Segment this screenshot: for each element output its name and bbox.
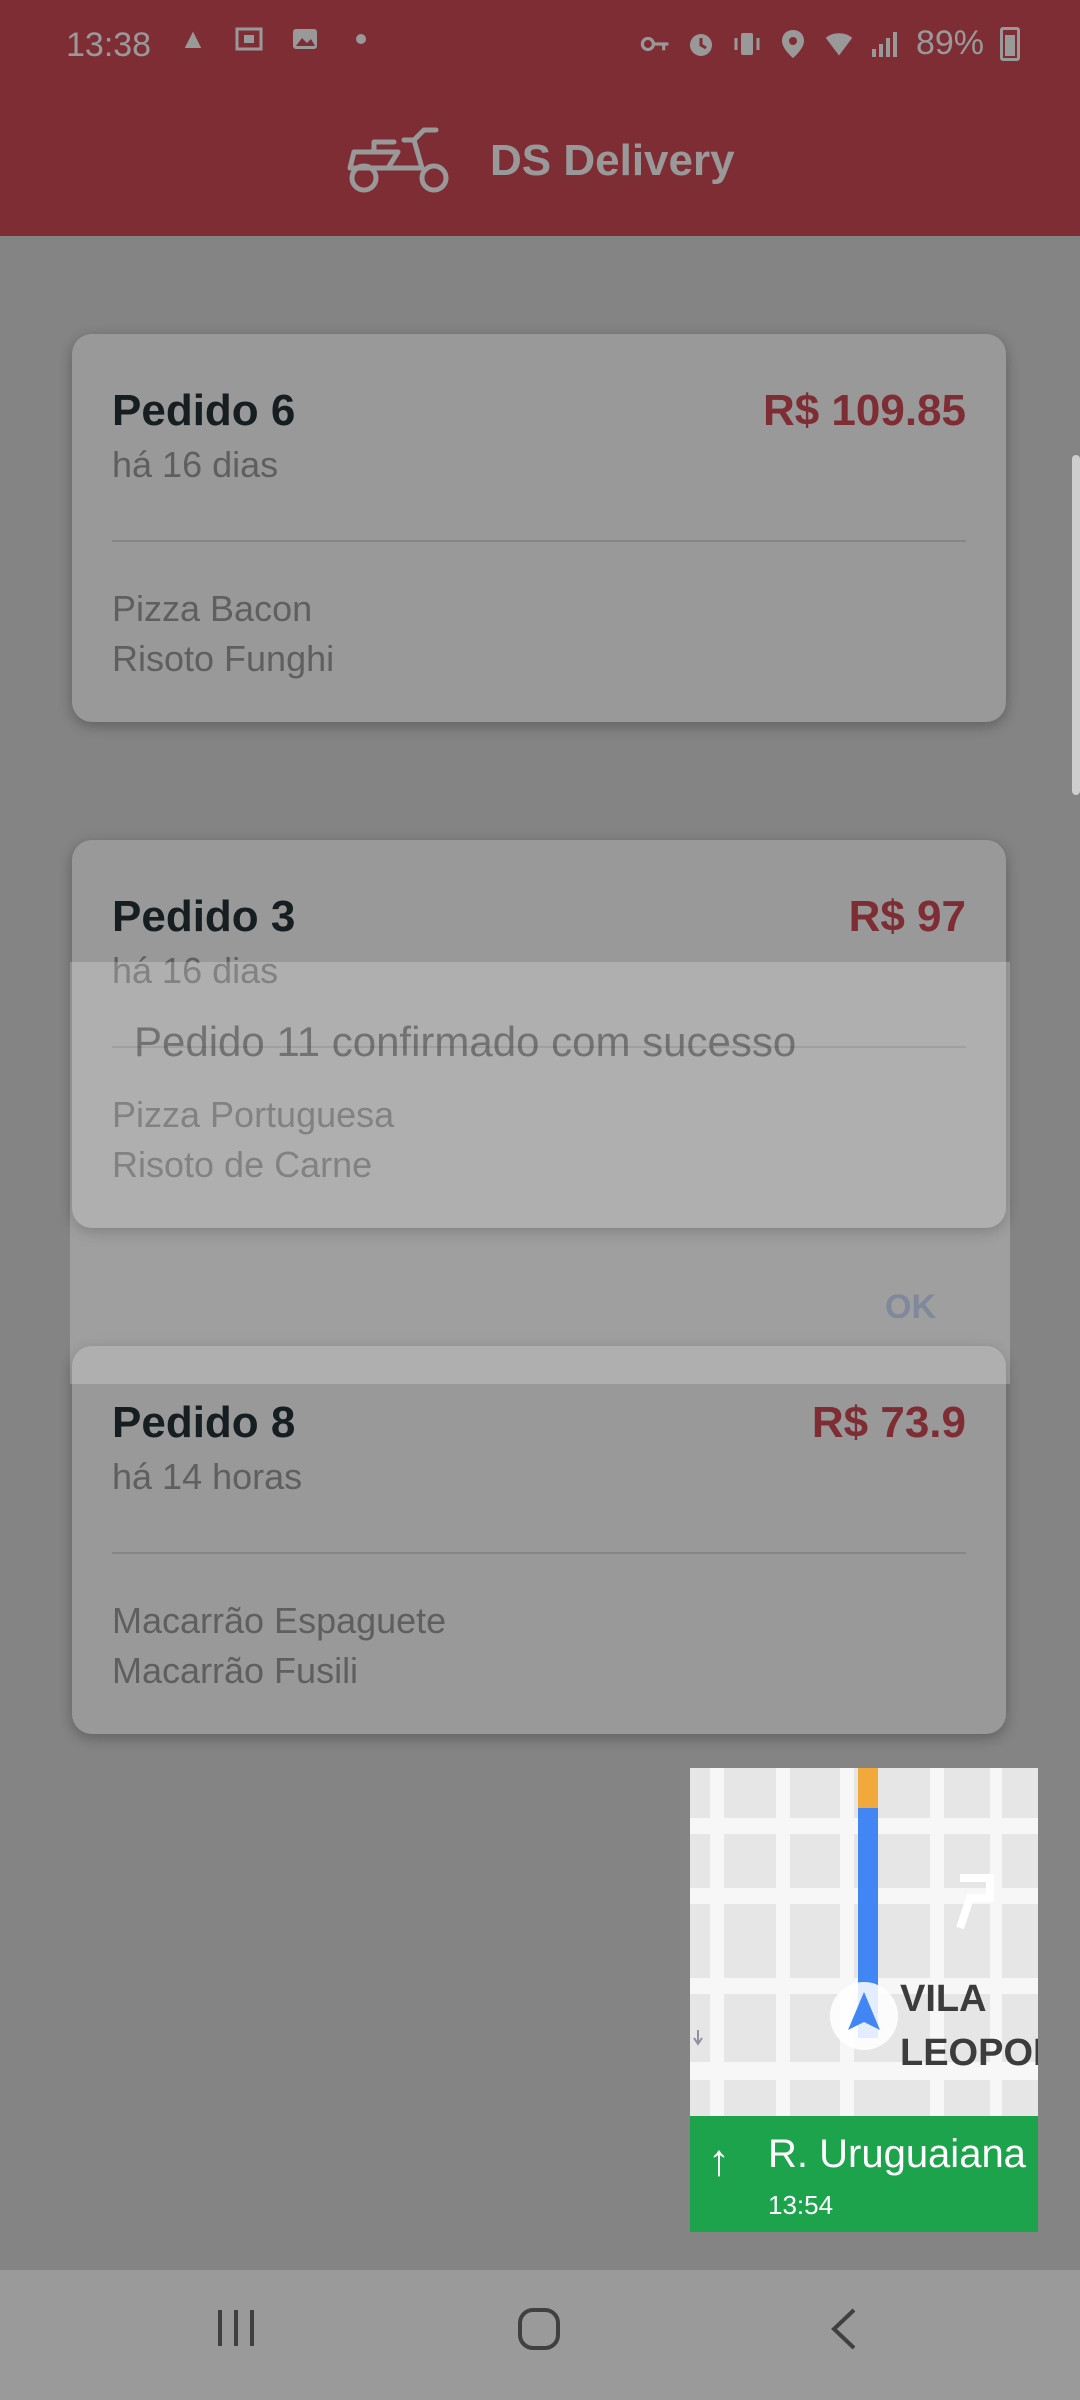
home-icon[interactable]: [516, 2306, 562, 2364]
scrollbar[interactable]: [1072, 455, 1080, 795]
dialog-message: Pedido 11 confirmado com sucesso: [134, 1018, 797, 1065]
direction-bar[interactable]: ↑ R. Uruguaiana 13:54: [690, 2116, 1038, 2232]
area-line-2: LEOPOLDI: [900, 2032, 1038, 2074]
street-name: R. Uruguaiana: [768, 2132, 1026, 2176]
back-icon[interactable]: [824, 2306, 864, 2364]
area-label: VILA LEOPOLDI: [900, 1972, 1038, 2080]
eta-time: 13:54: [768, 2190, 834, 2220]
area-line-1: VILA: [900, 1978, 987, 2020]
recents-icon[interactable]: [214, 2306, 260, 2362]
system-nav-bar: [0, 2270, 1080, 2400]
arrow-up-icon: ↑: [708, 2136, 730, 2185]
navigation-pip[interactable]: VILA LEOPOLDI ↑ R. Uruguaiana 13:54: [690, 1768, 1038, 2232]
ok-button[interactable]: OK: [885, 1288, 936, 1327]
confirmation-dialog: Pedido 11 confirmado com sucesso OK: [70, 962, 1010, 1384]
